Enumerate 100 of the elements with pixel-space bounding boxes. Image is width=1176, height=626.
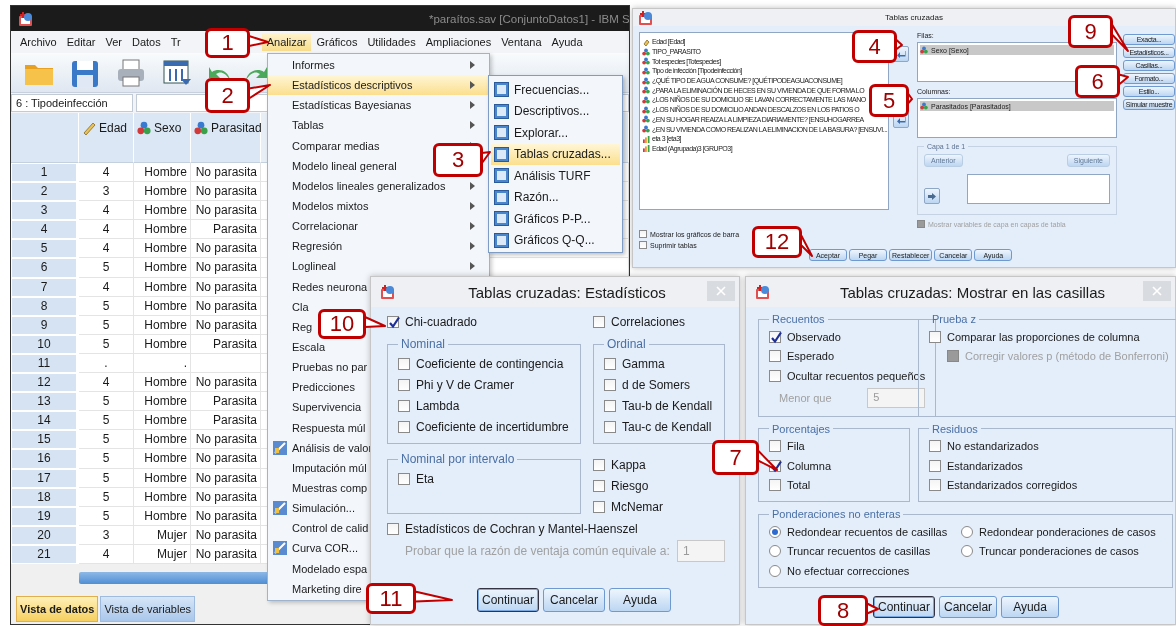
menu-item[interactable]: Estadísticos descriptivos: [268, 75, 490, 96]
row-number[interactable]: 2: [11, 182, 79, 202]
dialog-button[interactable]: Cancelar: [543, 588, 605, 612]
checkbox[interactable]: [398, 399, 410, 412]
checkbox[interactable]: [929, 459, 941, 472]
menu-item[interactable]: Modelado espa: [268, 558, 368, 579]
checkbox[interactable]: [769, 330, 781, 343]
checkbox[interactable]: [769, 369, 781, 382]
checkbox[interactable]: [398, 378, 410, 391]
menu-item[interactable]: Comparar medias: [268, 135, 380, 156]
menu-item[interactable]: Ayuda: [546, 33, 588, 51]
checkbox[interactable]: [387, 523, 399, 535]
layer-list[interactable]: [966, 174, 1110, 204]
dialog-button[interactable]: Ayuda: [609, 588, 671, 612]
row-number[interactable]: 17: [11, 468, 79, 488]
menu-item[interactable]: Correlacionar: [268, 216, 359, 237]
checkbox[interactable]: [398, 420, 410, 433]
row-number[interactable]: 14: [11, 411, 79, 431]
checkbox[interactable]: [929, 330, 941, 343]
menu-item[interactable]: Simulación...: [268, 498, 355, 519]
menu-item[interactable]: Loglineal: [268, 256, 337, 277]
menu-item[interactable]: Respuesta múl: [268, 417, 366, 438]
menu-item[interactable]: Modelos lineales generalizados: [268, 175, 446, 196]
row-number[interactable]: 19: [11, 506, 79, 526]
menu-item[interactable]: Gráficos Q-Q...: [491, 229, 620, 251]
tab[interactable]: Vista de datos: [16, 595, 99, 622]
dialog-button[interactable]: Ayuda: [1001, 596, 1060, 618]
menu-item[interactable]: Estadísticas Bayesianas: [268, 95, 412, 116]
checkbox[interactable]: [387, 316, 399, 328]
checkbox[interactable]: [769, 350, 781, 363]
checkbox[interactable]: [593, 501, 605, 513]
menu-item[interactable]: Imputación múl: [268, 457, 367, 478]
checkbox[interactable]: [593, 316, 605, 328]
dialog-button[interactable]: Cancelar: [939, 596, 998, 618]
row-number[interactable]: 20: [11, 525, 79, 545]
checkbox[interactable]: [769, 440, 781, 453]
checkbox[interactable]: [604, 357, 616, 370]
row-number[interactable]: 8: [11, 296, 79, 316]
checkbox[interactable]: [593, 480, 605, 492]
checkbox[interactable]: [639, 241, 647, 249]
radio-button[interactable]: [961, 545, 973, 558]
tab[interactable]: Vista de variables: [100, 595, 195, 622]
menu-item[interactable]: Ampliaciones: [420, 33, 497, 51]
radio-button[interactable]: [769, 545, 781, 558]
menu-item[interactable]: Redes neurona: [268, 276, 368, 297]
column-header[interactable]: Sexo: [134, 113, 191, 163]
row-number[interactable]: 12: [11, 373, 79, 393]
checkbox[interactable]: [593, 459, 605, 471]
menu-item[interactable]: Pruebas no par: [268, 357, 368, 378]
row-number[interactable]: 15: [11, 430, 79, 450]
checkbox[interactable]: [929, 440, 941, 453]
menu-item[interactable]: Análisis de valor: [268, 437, 373, 458]
menu-item[interactable]: Tr: [165, 33, 186, 51]
row-number[interactable]: 3: [11, 201, 79, 221]
radio-button[interactable]: [769, 525, 781, 538]
row-number[interactable]: 11: [11, 353, 79, 374]
menu-item[interactable]: Escala: [268, 336, 326, 358]
checkbox[interactable]: [398, 472, 410, 485]
row-number[interactable]: 21: [11, 544, 79, 564]
row-number[interactable]: 18: [11, 487, 79, 507]
menu-item[interactable]: Descriptivos...: [491, 100, 620, 122]
menu-item[interactable]: Cla: [268, 296, 309, 317]
checkbox[interactable]: [604, 420, 616, 433]
checkbox[interactable]: [769, 479, 781, 492]
menu-item[interactable]: Editar: [61, 33, 101, 51]
menu-item[interactable]: Análisis TURF: [491, 165, 620, 187]
menu-item[interactable]: Utilidades: [362, 33, 421, 51]
menu-item[interactable]: Reg: [268, 316, 313, 337]
radio-button[interactable]: [961, 525, 973, 538]
row-number[interactable]: 5: [11, 239, 79, 259]
menu-item[interactable]: Ventana: [496, 33, 547, 51]
menu-item[interactable]: Control de calid: [268, 518, 369, 539]
menu-item[interactable]: Razón...: [491, 186, 620, 208]
row-number[interactable]: 6: [11, 258, 79, 278]
checkbox[interactable]: [929, 479, 941, 492]
menu-item[interactable]: Marketing dire: [268, 578, 362, 599]
row-number[interactable]: 16: [11, 449, 79, 469]
row-number[interactable]: 7: [11, 277, 79, 297]
menu-item[interactable]: Curva COR...: [268, 538, 358, 559]
dialog-button[interactable]: Continuar: [477, 588, 539, 612]
radio-button[interactable]: [769, 564, 781, 577]
row-number[interactable]: 10: [11, 334, 79, 354]
menu-item[interactable]: Muestras comp: [268, 477, 368, 499]
row-number[interactable]: 9: [11, 315, 79, 335]
menu-item[interactable]: Explorar...: [491, 122, 620, 144]
checkbox[interactable]: [604, 399, 616, 412]
dialog-button[interactable]: Continuar: [873, 596, 936, 618]
menu-item[interactable]: Gráficos: [311, 33, 363, 51]
checkbox[interactable]: [398, 357, 410, 370]
column-header[interactable]: Edad: [79, 113, 134, 163]
menu-item[interactable]: Tablas: [268, 115, 324, 136]
menu-item[interactable]: Supervivencia: [268, 397, 362, 418]
menu-item[interactable]: Informes: [268, 55, 335, 76]
menu-item[interactable]: Predicciones: [268, 377, 355, 398]
checkbox[interactable]: [639, 230, 647, 238]
menu-item[interactable]: Frecuencias...: [491, 79, 620, 101]
row-number[interactable]: 1: [11, 163, 79, 183]
menu-item[interactable]: Modelo lineal general: [268, 155, 397, 176]
menu-item[interactable]: Archivo: [15, 33, 62, 51]
menu-item[interactable]: Tablas cruzadas...: [491, 143, 620, 165]
